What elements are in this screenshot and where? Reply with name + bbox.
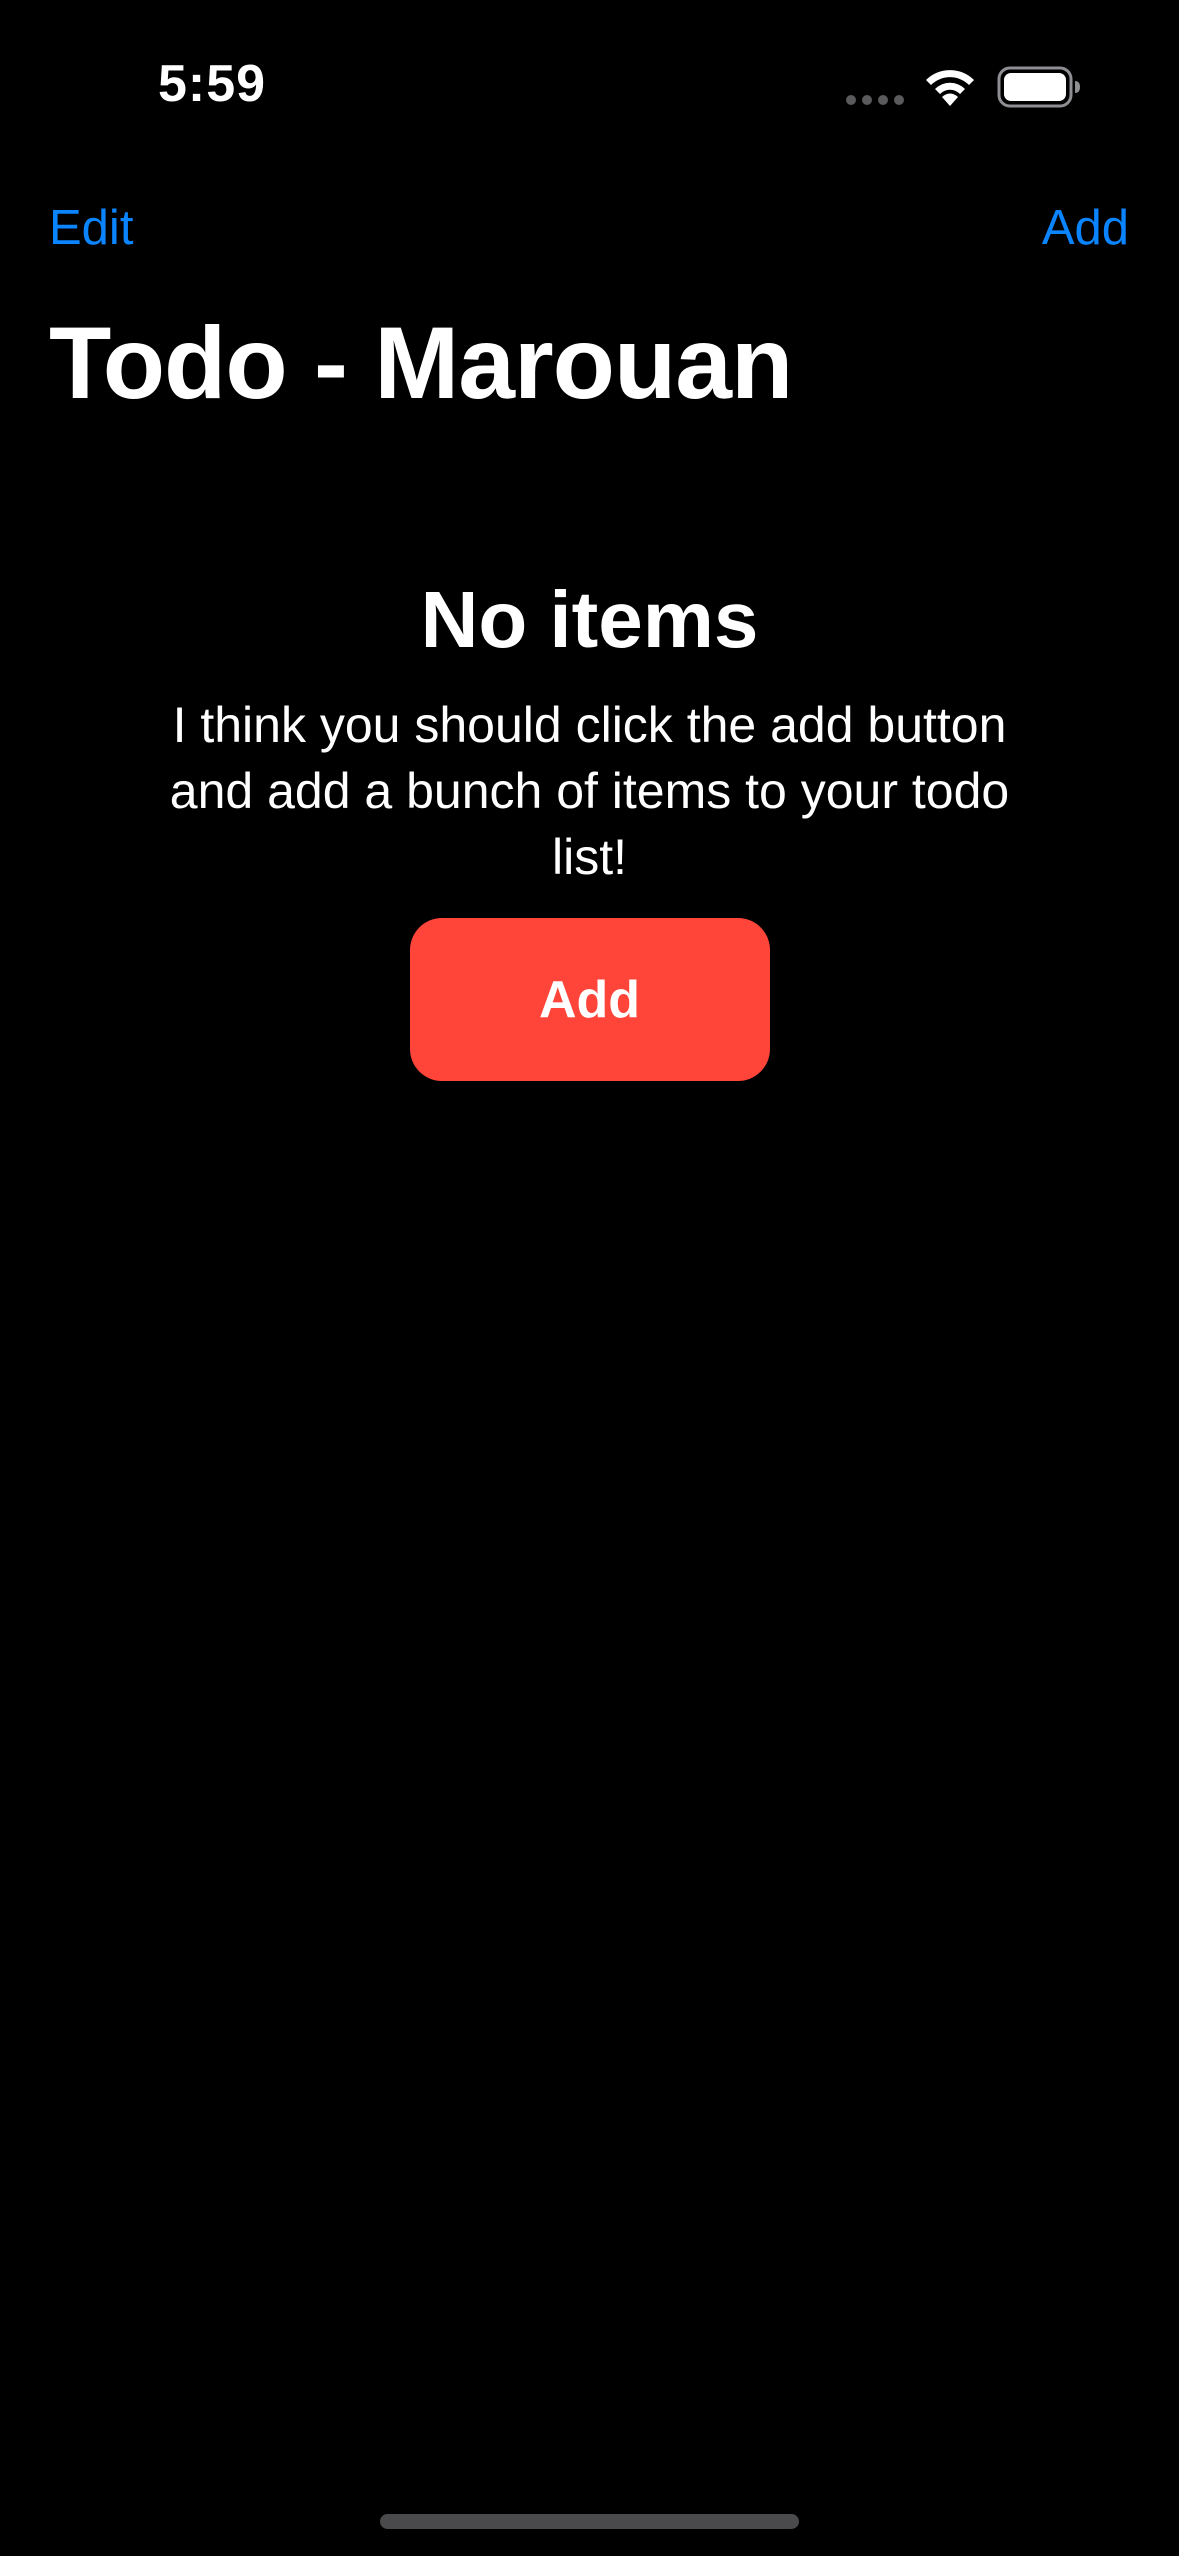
empty-state: No items I think you should click the ad…: [0, 570, 1179, 1081]
battery-icon: [997, 66, 1080, 108]
status-bar: 5:59: [0, 0, 1179, 170]
empty-state-add-button[interactable]: Add: [409, 918, 770, 1081]
navigation-bar: Edit Add: [0, 190, 1179, 270]
add-button[interactable]: Add: [1042, 200, 1129, 256]
home-indicator[interactable]: [380, 2514, 799, 2529]
page-title: Todo - Marouan: [49, 306, 793, 420]
wifi-icon: [926, 70, 974, 106]
empty-state-message: I think you should click the add button …: [169, 697, 1010, 885]
cellular-signal-icon: [846, 95, 904, 105]
edit-button[interactable]: Edit: [49, 200, 133, 256]
empty-state-title: No items: [420, 575, 759, 664]
status-time: 5:59: [158, 55, 267, 113]
